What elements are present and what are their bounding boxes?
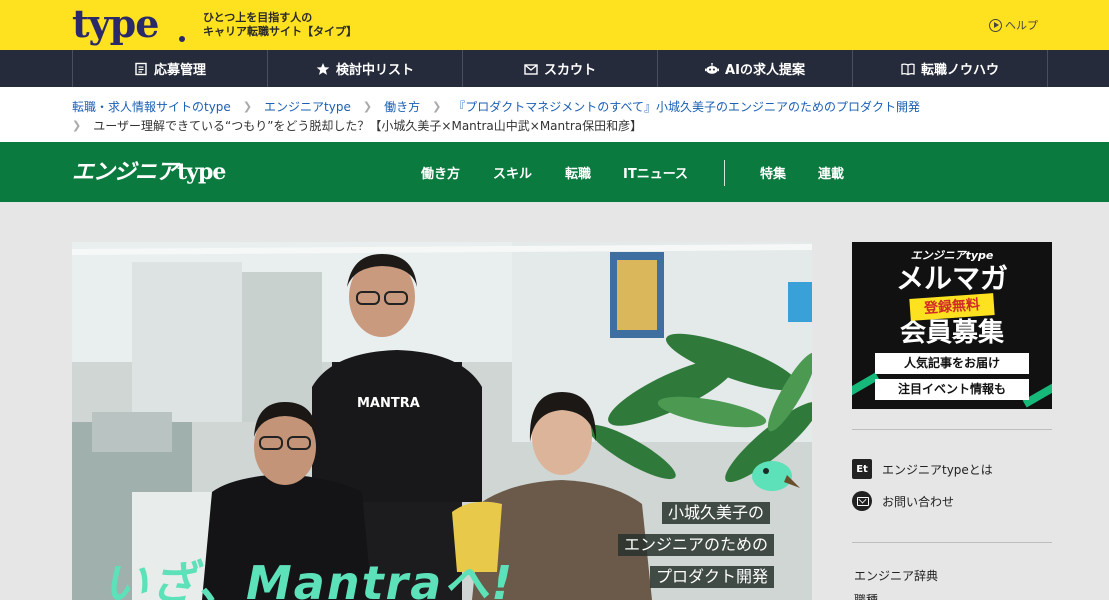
main-nav: 応募管理 検討中リスト スカウト AIの求人提案 転職ノウハウ [0,50,1109,87]
tagline-line1: ひとつ上を目指す人の [203,11,313,24]
logo-type-text: type [177,159,226,185]
menu-label: 連載 [818,166,845,182]
star-icon [316,62,330,75]
menu-label: スキル [493,166,533,182]
nav-ai-suggest[interactable]: AIの求人提案 [658,50,853,87]
engineer-dictionary-link[interactable]: エンジニア辞典 [854,567,938,584]
sidebar-divider [852,429,1052,430]
top-header: type ひとつ上を目指す人の キャリア転職サイト【タイプ】 ヘルプ [0,0,1109,50]
menu-label: 転職 [565,166,592,182]
about-engineer-type-link[interactable]: Et エンジニアtypeとは [852,459,993,479]
registered-mark [179,36,185,42]
mail-icon [524,63,538,75]
chevron-right-icon: ❯ [72,119,82,132]
menu-label: 特集 [760,166,787,182]
chevron-right-icon: ❯ [242,100,253,113]
nav-label: 検討中リスト [335,63,414,78]
hero-title-line3: プロダクト開発 [650,566,775,588]
chevron-right-icon: ❯ [432,100,442,113]
nav-label: スカウト [543,63,596,78]
site-tagline: ひとつ上を目指す人の キャリア転職サイト【タイプ】 [203,11,357,39]
book-icon [901,62,915,75]
menu-workstyle[interactable]: 働き方 [421,142,460,202]
hero-image[interactable]: MANTRA 小城久美子の エンジニアのための プロダクト開発 いざ、Mantr… [72,242,812,600]
play-circle-icon [989,18,1002,32]
sidebar-divider [852,542,1052,543]
contact-link[interactable]: お問い合わせ [852,491,954,511]
logo-main-text: エンジニア [72,160,178,185]
menu-label: ITニュース [623,166,689,182]
banner-brand: エンジニアtype [910,249,994,262]
breadcrumb: 転職・求人情報サイトのtype ❯ エンジニアtype ❯ 働き方 ❯ 『プロダ… [0,87,1109,142]
breadcrumb-workstyle[interactable]: 働き方 [384,99,420,115]
breadcrumb-current: ユーザー理解できている“つもり”をどう脱却した？【小城久美子×Mantra山中武… [93,119,643,133]
job-type-link[interactable]: 職種 [854,591,878,600]
menu-it-news[interactable]: ITニュース [623,142,688,202]
nav-label: 転職ノウハウ [920,63,999,78]
tagline-line2: キャリア転職サイト【タイプ】 [203,25,357,38]
nav-favorites[interactable]: 検討中リスト [268,50,463,87]
breadcrumb-engineer-type[interactable]: エンジニアtype [264,99,351,115]
type-logo[interactable]: type [72,4,159,44]
nav-label: 応募管理 [153,63,206,78]
menu-label: 働き方 [421,166,461,182]
banner-subtitle: 会員募集 [899,318,1004,348]
engineer-type-header: エンジニアtype 働き方 スキル 転職 ITニュース 特集 連載 [0,142,1109,202]
engineer-type-logo[interactable]: エンジニアtype [72,159,226,186]
newsletter-banner[interactable]: エンジニアtype メルマガ 会員募集 登録無料 人気記事をお届け 注目イベント… [852,242,1052,409]
hero-title-line2: エンジニアのための [618,534,775,556]
menu-career[interactable]: 転職 [565,142,591,202]
mail-icon [852,491,872,511]
banner-pill-events: 注目イベント情報も [875,379,1029,400]
link-label: お問い合わせ [882,494,955,509]
breadcrumb-home[interactable]: 転職・求人情報サイトのtype [72,99,231,115]
menu-skill[interactable]: スキル [493,142,532,202]
nav-knowhow[interactable]: 転職ノウハウ [853,50,1048,87]
et-icon: Et [852,459,872,479]
robot-icon [705,62,720,74]
hero-headline: いざ、Mantraへ! [102,556,515,600]
nav-scout[interactable]: スカウト [463,50,658,87]
hero-title-line1: 小城久美子の [662,502,771,524]
nav-label: AIの求人提案 [725,63,805,78]
chevron-right-icon: ❯ [362,100,373,113]
breadcrumb-series[interactable]: 『プロダクトマネジメントのすべて』小城久美子のエンジニアのためのプロダクト開発 [453,99,920,115]
shirt-text: MANTRA [357,396,420,411]
menu-features[interactable]: 特集 [760,142,786,202]
menu-divider [724,160,725,186]
link-label: エンジニアtypeとは [882,462,993,477]
menu-series[interactable]: 連載 [818,142,844,202]
nav-applications[interactable]: 応募管理 [73,50,268,87]
help-link[interactable]: ヘルプ [989,17,1038,33]
banner-title: メルマガ [895,262,1008,295]
banner-pill-articles: 人気記事をお届け [875,353,1029,374]
document-icon [135,62,147,75]
help-label: ヘルプ [1005,19,1038,32]
